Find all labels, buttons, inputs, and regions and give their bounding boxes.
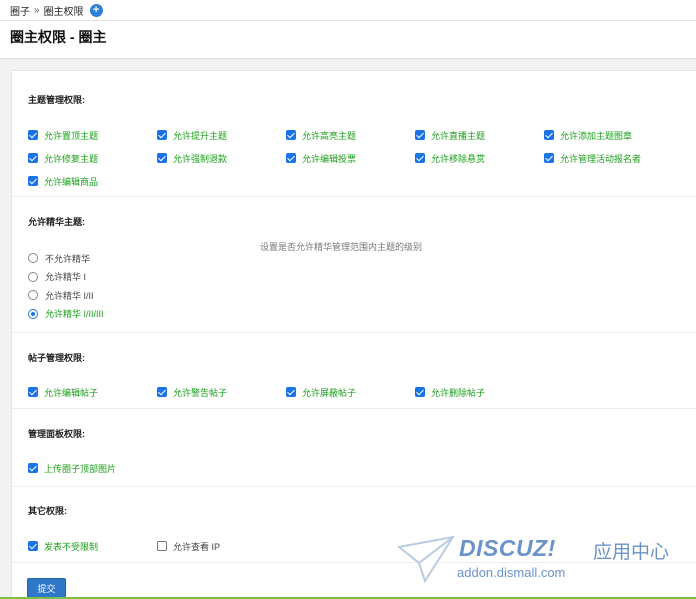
topic-checkbox-grid: 允许置顶主题 允许提升主题 允许高亮主题 允许直播主题 允许添加主题图章 允许修… [28, 129, 696, 187]
checkbox-topic-0[interactable]: 允许置顶主题 [28, 129, 157, 141]
panel-checkbox-grid: 上传圈子顶部图片 [28, 462, 696, 474]
checkbox-topic-9[interactable]: 允许管理活动报名者 [544, 152, 673, 164]
radio-digest-1[interactable]: 允许精华 I [28, 271, 696, 283]
checkbox-other-0[interactable]: 发表不受限制 [28, 540, 157, 552]
checkbox-icon[interactable] [157, 130, 167, 140]
section-title-topic: 主题管理权限: [28, 95, 85, 105]
checkbox-topic-8[interactable]: 允许移除悬赏 [415, 152, 544, 164]
checkbox-post-1[interactable]: 允许警告帖子 [157, 386, 286, 398]
checkbox-icon[interactable] [544, 130, 554, 140]
section-title-panel: 管理面板权限: [28, 429, 85, 439]
checkbox-icon[interactable] [157, 541, 167, 551]
post-checkbox-grid: 允许编辑帖子 允许警告帖子 允许屏蔽帖子 允许删除帖子 [28, 386, 696, 398]
title-bar: 圈主权限 - 圈主 [0, 21, 696, 59]
radio-digest-2[interactable]: 允许精华 I/II [28, 289, 696, 301]
checkbox-icon[interactable] [544, 153, 554, 163]
checkbox-post-0[interactable]: 允许编辑帖子 [28, 386, 157, 398]
checkbox-icon[interactable] [415, 153, 425, 163]
checkbox-topic-2[interactable]: 允许高亮主题 [286, 129, 415, 141]
permissions-form: 主题管理权限: 允许置顶主题 允许提升主题 允许高亮主题 允许直播主题 允许添加… [11, 70, 696, 599]
digest-radio-group: 不允许精华 允许精华 I 允许精华 I/II 允许精华 I/II/III [28, 252, 696, 320]
checkbox-icon[interactable] [28, 463, 38, 473]
checkbox-topic-4[interactable]: 允许添加主题图章 [544, 129, 673, 141]
checkbox-icon[interactable] [415, 130, 425, 140]
plus-icon[interactable]: + [89, 3, 103, 17]
checkbox-topic-10[interactable]: 允许编辑商品 [28, 175, 157, 187]
breadcrumb-separator: » [34, 4, 40, 16]
breadcrumb: 圈子 » 圈主权限 + [0, 0, 696, 21]
checkbox-icon[interactable] [286, 387, 296, 397]
section-topic: 主题管理权限: 允许置顶主题 允许提升主题 允许高亮主题 允许直播主题 允许添加… [12, 71, 696, 197]
checkbox-topic-3[interactable]: 允许直播主题 [415, 129, 544, 141]
radio-digest-0[interactable]: 不允许精华 [28, 252, 696, 264]
checkbox-icon[interactable] [415, 387, 425, 397]
checkbox-icon[interactable] [28, 541, 38, 551]
radio-icon[interactable] [28, 290, 38, 300]
watermark: DISCUZ! 应用中心 addon.dismall.com [397, 533, 693, 585]
radio-icon[interactable] [28, 253, 38, 263]
checkbox-post-3[interactable]: 允许删除帖子 [415, 386, 544, 398]
section-title-post: 帖子管理权限: [28, 353, 85, 363]
radio-icon[interactable] [28, 271, 38, 282]
section-post: 帖子管理权限: 允许编辑帖子 允许警告帖子 允许屏蔽帖子 允许删除帖子 [12, 333, 696, 409]
checkbox-topic-1[interactable]: 允许提升主题 [157, 129, 286, 141]
submit-button[interactable]: 提交 [27, 578, 66, 598]
section-title-digest: 允许精华主题: [28, 217, 85, 227]
checkbox-topic-7[interactable]: 允许编辑投票 [286, 152, 415, 164]
section-digest: 允许精华主题: 设置是否允许精华管理范围内主题的级别 不允许精华 允许精华 I … [12, 197, 696, 333]
checkbox-other-1[interactable]: 允许查看 IP [157, 540, 286, 552]
checkbox-icon[interactable] [28, 176, 38, 186]
checkbox-topic-5[interactable]: 允许修复主题 [28, 152, 157, 164]
checkbox-icon[interactable] [28, 153, 38, 163]
checkbox-icon[interactable] [157, 387, 167, 397]
watermark-cn: 应用中心 [593, 542, 670, 563]
breadcrumb-current[interactable]: 圈主权限 [44, 3, 84, 18]
breadcrumb-root[interactable]: 圈子 [10, 3, 30, 18]
radio-digest-3[interactable]: 允许精华 I/II/III [28, 308, 696, 320]
section-title-other: 其它权限: [28, 506, 67, 516]
page-title: 圈主权限 - 圈主 [10, 29, 107, 45]
checkbox-icon[interactable] [28, 130, 38, 140]
checkbox-icon[interactable] [28, 387, 38, 397]
checkbox-icon[interactable] [157, 153, 167, 163]
digest-hint: 设置是否允许精华管理范围内主题的级别 [260, 242, 423, 252]
paper-plane-icon [397, 535, 456, 584]
checkbox-icon[interactable] [286, 153, 296, 163]
checkbox-icon[interactable] [286, 130, 296, 140]
watermark-brand: DISCUZ! [459, 535, 556, 561]
checkbox-post-2[interactable]: 允许屏蔽帖子 [286, 386, 415, 398]
checkbox-panel-0[interactable]: 上传圈子顶部图片 [28, 462, 157, 474]
checkbox-topic-6[interactable]: 允许强制退款 [157, 152, 286, 164]
radio-icon[interactable] [28, 308, 38, 319]
section-panel: 管理面板权限: 上传圈子顶部图片 [12, 409, 696, 487]
watermark-url: addon.dismall.com [457, 565, 566, 580]
